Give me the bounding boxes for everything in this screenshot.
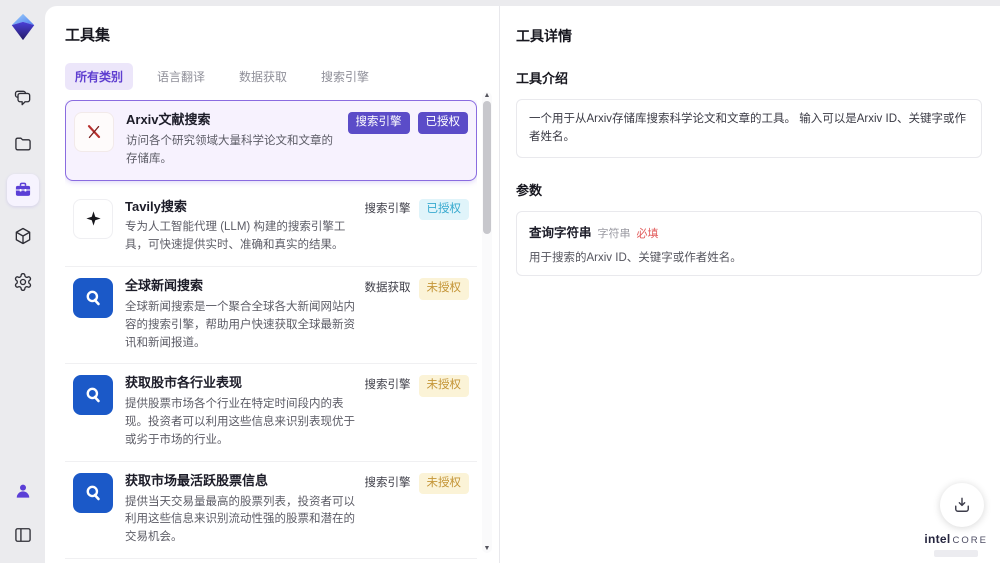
category-tag: 搜索引擎: [364, 476, 411, 489]
category-tag: 搜索引擎: [347, 112, 410, 134]
toolbox-icon[interactable]: [6, 174, 39, 206]
download-icon: [955, 497, 969, 512]
tab-label: 数据获取: [239, 70, 288, 84]
param-description: 用于搜索的Arxiv ID、关键字或作者姓名。: [529, 251, 742, 264]
tool-list-item[interactable]: 获取市场最活跃股票信息 提供当天交易量最高的股票列表，投资者可以利用这些信息来识…: [65, 461, 477, 560]
user-avatar-icon[interactable]: [7, 475, 39, 507]
tool-description: 全球新闻搜索是一个聚合全球各大新闻网站内容的搜索引擎，帮助用户快速获取全球最新资…: [125, 300, 355, 349]
news-icon: [73, 472, 113, 513]
tool-list-item[interactable]: Arxiv文献搜索 访问各个研究领域大量科学论文和文章的存储库。 搜索引擎 已授…: [65, 100, 477, 181]
list-scrollbar[interactable]: ▲ ▼: [482, 92, 492, 553]
category-tag: 搜索引擎: [364, 202, 411, 215]
parameter-item: 查询字符串 字符串 必填 用于搜索的Arxiv ID、关键字或作者姓名。: [529, 222, 969, 265]
tool-list-item[interactable]: 万维地区新闻查询 查询具体行政区划内的新闻，快速了解各地新闻动态 搜索引擎 未授…: [65, 559, 477, 563]
page-title: 工具集: [65, 27, 111, 44]
content-sheet: 工具集 所有类别 语言翻译 数据获取 搜索引擎 Arxiv文献搜索 访问各个研究领域大…: [45, 6, 1000, 563]
auth-status-badge: 未授权: [418, 278, 469, 300]
tool-list-panel: 工具集 所有类别 语言翻译 数据获取 搜索引擎 Arxiv文献搜索 访问各个研究领域大…: [45, 6, 500, 563]
sidebar: [0, 0, 45, 563]
tool-name: Arxiv文献搜索: [126, 112, 211, 127]
tab-item[interactable]: 所有类别: [65, 63, 134, 90]
detail-panel: 工具详情 工具介绍 一个用于从Arxiv存储库搜索科学论文和文章的工具。 输入可…: [500, 6, 1000, 563]
auth-status-badge: 已授权: [417, 112, 468, 134]
category-tabs: 所有类别 语言翻译 数据获取 搜索引擎: [65, 63, 477, 90]
sidebar-nav: [6, 82, 39, 298]
arxiv-icon: [74, 112, 114, 152]
tab-label: 语言翻译: [157, 70, 206, 84]
app-window: 工具集 所有类别 语言翻译 数据获取 搜索引擎 Arxiv文献搜索 访问各个研究领域大…: [0, 0, 1000, 563]
scroll-up-icon[interactable]: ▲: [484, 92, 491, 100]
download-button[interactable]: [940, 483, 984, 527]
tool-description: 提供股票市场各个行业在特定时间段内的表现。投资者可以利用这些信息来识别表现优于或…: [125, 398, 355, 446]
tool-description: 专为人工智能代理 (LLM) 构建的搜索引擎工具，可快速提供实时、准确和真实的结…: [125, 221, 346, 252]
detail-title: 工具详情: [516, 28, 572, 44]
news-icon: [73, 278, 113, 319]
params-box: 查询字符串 字符串 必填 用于搜索的Arxiv ID、关键字或作者姓名。: [516, 210, 982, 276]
tool-description: 访问各个研究领域大量科学论文和文章的存储库。: [126, 134, 333, 165]
brand-secondary: CORE: [952, 535, 988, 546]
param-required-badge: 必填: [636, 227, 659, 240]
intro-box: 一个用于从Arxiv存储库搜索科学论文和文章的工具。 输入可以是Arxiv ID…: [516, 99, 982, 158]
tool-name: 全球新闻搜索: [125, 278, 204, 294]
tool-list-item[interactable]: 获取股市各行业表现 提供股票市场各个行业在特定时间段内的表现。投资者可以利用这些…: [65, 364, 477, 462]
tab-label: 搜索引擎: [321, 70, 370, 84]
tool-name: 获取市场最活跃股票信息: [125, 472, 269, 488]
chat-icon[interactable]: [7, 82, 39, 114]
tool-list-item[interactable]: Tavily搜索 专为人工智能代理 (LLM) 构建的搜索引擎工具，可快速提供实…: [65, 187, 477, 268]
panel-toggle-icon[interactable]: [7, 519, 39, 551]
sidebar-bottom: [7, 475, 39, 551]
auth-status-badge: 未授权: [418, 472, 469, 495]
tab-item[interactable]: 语言翻译: [147, 63, 215, 90]
package-icon[interactable]: [7, 220, 39, 252]
brand-subline: [934, 550, 979, 557]
params-section-title: 参数: [516, 182, 543, 198]
tab-item[interactable]: 搜索引擎: [311, 63, 379, 90]
intel-core-logo: intel CORE: [924, 530, 988, 557]
intro-text: 一个用于从Arxiv存储库搜索科学论文和文章的工具。 输入可以是Arxiv ID…: [529, 113, 966, 144]
auth-status-badge: 未授权: [418, 375, 469, 397]
category-tag: 搜索引擎: [364, 379, 411, 392]
folder-icon[interactable]: [7, 128, 39, 160]
tavily-icon: [73, 198, 113, 239]
tool-name: 获取股市各行业表现: [125, 375, 243, 391]
news-icon: [73, 375, 113, 416]
tool-description: 提供当天交易量最高的股票列表，投资者可以利用这些信息来识别流动性强的股票和潜在的…: [125, 495, 355, 544]
tab-label: 所有类别: [75, 70, 124, 84]
param-name: 查询字符串: [529, 225, 592, 240]
scroll-down-icon[interactable]: ▼: [484, 545, 491, 553]
tab-item[interactable]: 数据获取: [229, 63, 297, 90]
tool-list: Arxiv文献搜索 访问各个研究领域大量科学论文和文章的存储库。 搜索引擎 已授…: [65, 100, 477, 563]
auth-status-badge: 已授权: [418, 198, 469, 221]
settings-gear-icon[interactable]: [7, 266, 39, 298]
param-type: 字符串: [597, 227, 631, 240]
app-logo-icon[interactable]: [8, 12, 38, 42]
category-tag: 数据获取: [364, 282, 411, 295]
tool-name: Tavily搜索: [125, 198, 187, 214]
brand-primary: intel: [924, 532, 951, 546]
tool-list-item[interactable]: 全球新闻搜索 全球新闻搜索是一个聚合全球各大新闻网站内容的搜索引擎，帮助用户快速…: [65, 267, 477, 365]
params-list: 查询字符串 字符串 必填 用于搜索的Arxiv ID、关键字或作者姓名。: [529, 222, 969, 265]
intro-section-title: 工具介绍: [516, 71, 569, 86]
scrollbar-thumb[interactable]: [483, 101, 491, 234]
